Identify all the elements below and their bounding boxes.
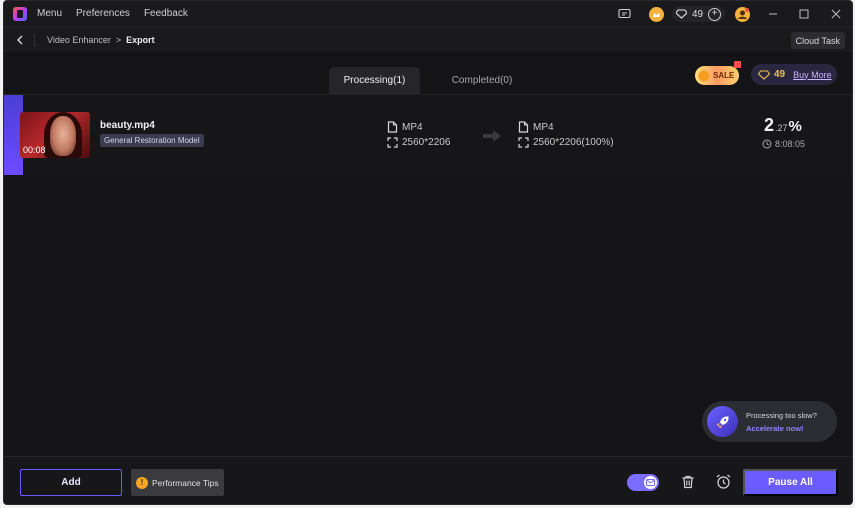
credits-value: 49 xyxy=(692,8,704,20)
file-icon xyxy=(518,121,529,133)
breadcrumb-bar: Video Enhancer > Export Cloud Task xyxy=(4,27,852,52)
file-name: beauty.mp4 xyxy=(100,120,155,131)
email-notify-toggle[interactable] xyxy=(627,474,659,491)
menu-item-menu[interactable]: Menu xyxy=(37,8,62,19)
screen-capture-icon[interactable] xyxy=(616,6,632,22)
video-duration: 00:08 xyxy=(23,145,46,155)
sale-coin-icon xyxy=(698,69,710,82)
crown-icon[interactable] xyxy=(649,7,664,22)
sale-label: SALE xyxy=(713,71,735,80)
resolution-icon xyxy=(387,137,398,148)
buy-more-pill[interactable]: 49 Buy More xyxy=(751,64,837,85)
rocket-icon xyxy=(707,406,738,437)
add-credits-plus-icon[interactable]: + xyxy=(708,7,722,21)
back-arrow-icon[interactable] xyxy=(13,33,27,47)
performance-tips-label: Performance Tips xyxy=(152,477,219,488)
breadcrumb-separator: > xyxy=(115,35,122,45)
tab-processing[interactable]: Processing(1) xyxy=(329,67,420,94)
minimize-icon[interactable] xyxy=(758,1,788,27)
input-format: MP4 xyxy=(387,121,423,133)
performance-tips-button[interactable]: ! Performance Tips xyxy=(131,469,224,496)
menu-item-preferences[interactable]: Preferences xyxy=(76,8,130,19)
time-remaining: 8:08:05 xyxy=(762,139,805,149)
sale-tag-icon xyxy=(734,61,741,68)
file-icon xyxy=(387,121,398,133)
video-thumbnail[interactable]: 00:08 xyxy=(20,112,90,158)
promo-credits-value: 49 xyxy=(774,69,786,80)
close-icon[interactable] xyxy=(821,1,851,27)
accelerate-toast[interactable]: Processing too slow? Accelerate now! xyxy=(702,401,837,442)
tabs-area: Processing(1) Completed(0) SALE 49 Buy M… xyxy=(4,52,852,95)
progress-percent: 2 .27 % xyxy=(764,115,802,135)
user-avatar-icon[interactable] xyxy=(735,7,750,22)
app-logo-icon xyxy=(13,7,27,21)
breadcrumb: Video Enhancer > Export xyxy=(47,35,155,45)
cloud-task-button[interactable]: Cloud Task xyxy=(790,32,845,49)
input-resolution: 2560*2206 xyxy=(387,137,450,148)
alarm-clock-icon[interactable] xyxy=(715,473,732,490)
clock-icon xyxy=(762,139,772,149)
output-format: MP4 xyxy=(518,121,554,133)
maximize-icon[interactable] xyxy=(789,1,819,27)
breadcrumb-parent[interactable]: Video Enhancer xyxy=(47,35,111,45)
breadcrumb-current: Export xyxy=(126,35,155,45)
accelerate-now-link[interactable]: Accelerate now! xyxy=(746,424,817,433)
credits-counter[interactable]: 49 + xyxy=(672,6,726,22)
diamond-icon xyxy=(758,69,770,80)
divider xyxy=(34,34,35,47)
pause-all-button[interactable]: Pause All xyxy=(743,469,838,496)
bottom-toolbar: Add ! Performance Tips Pause All xyxy=(4,456,852,504)
diamond-icon xyxy=(676,9,687,19)
add-button[interactable]: Add xyxy=(20,469,122,496)
tab-completed[interactable]: Completed(0) xyxy=(444,67,520,94)
info-bulb-icon: ! xyxy=(136,476,148,489)
app-window: Menu Preferences Feedback 49 + Video Enh… xyxy=(3,0,853,505)
model-badge: General Restoration Model xyxy=(100,134,204,147)
output-resolution: 2560*2206(100%) xyxy=(518,137,614,148)
trash-icon[interactable] xyxy=(680,474,696,490)
sale-badge[interactable]: SALE xyxy=(695,61,741,85)
title-bar: Menu Preferences Feedback 49 + xyxy=(4,1,852,27)
task-row[interactable]: 00:08 beauty.mp4 General Restoration Mod… xyxy=(4,95,852,175)
toast-message: Processing too slow? xyxy=(746,410,817,420)
menu-item-feedback[interactable]: Feedback xyxy=(144,8,188,19)
resolution-icon xyxy=(518,137,529,148)
main-menu: Menu Preferences Feedback xyxy=(37,8,188,19)
buy-more-link[interactable]: Buy More xyxy=(793,70,832,80)
arrow-right-icon xyxy=(482,129,502,143)
mail-icon xyxy=(644,476,657,489)
